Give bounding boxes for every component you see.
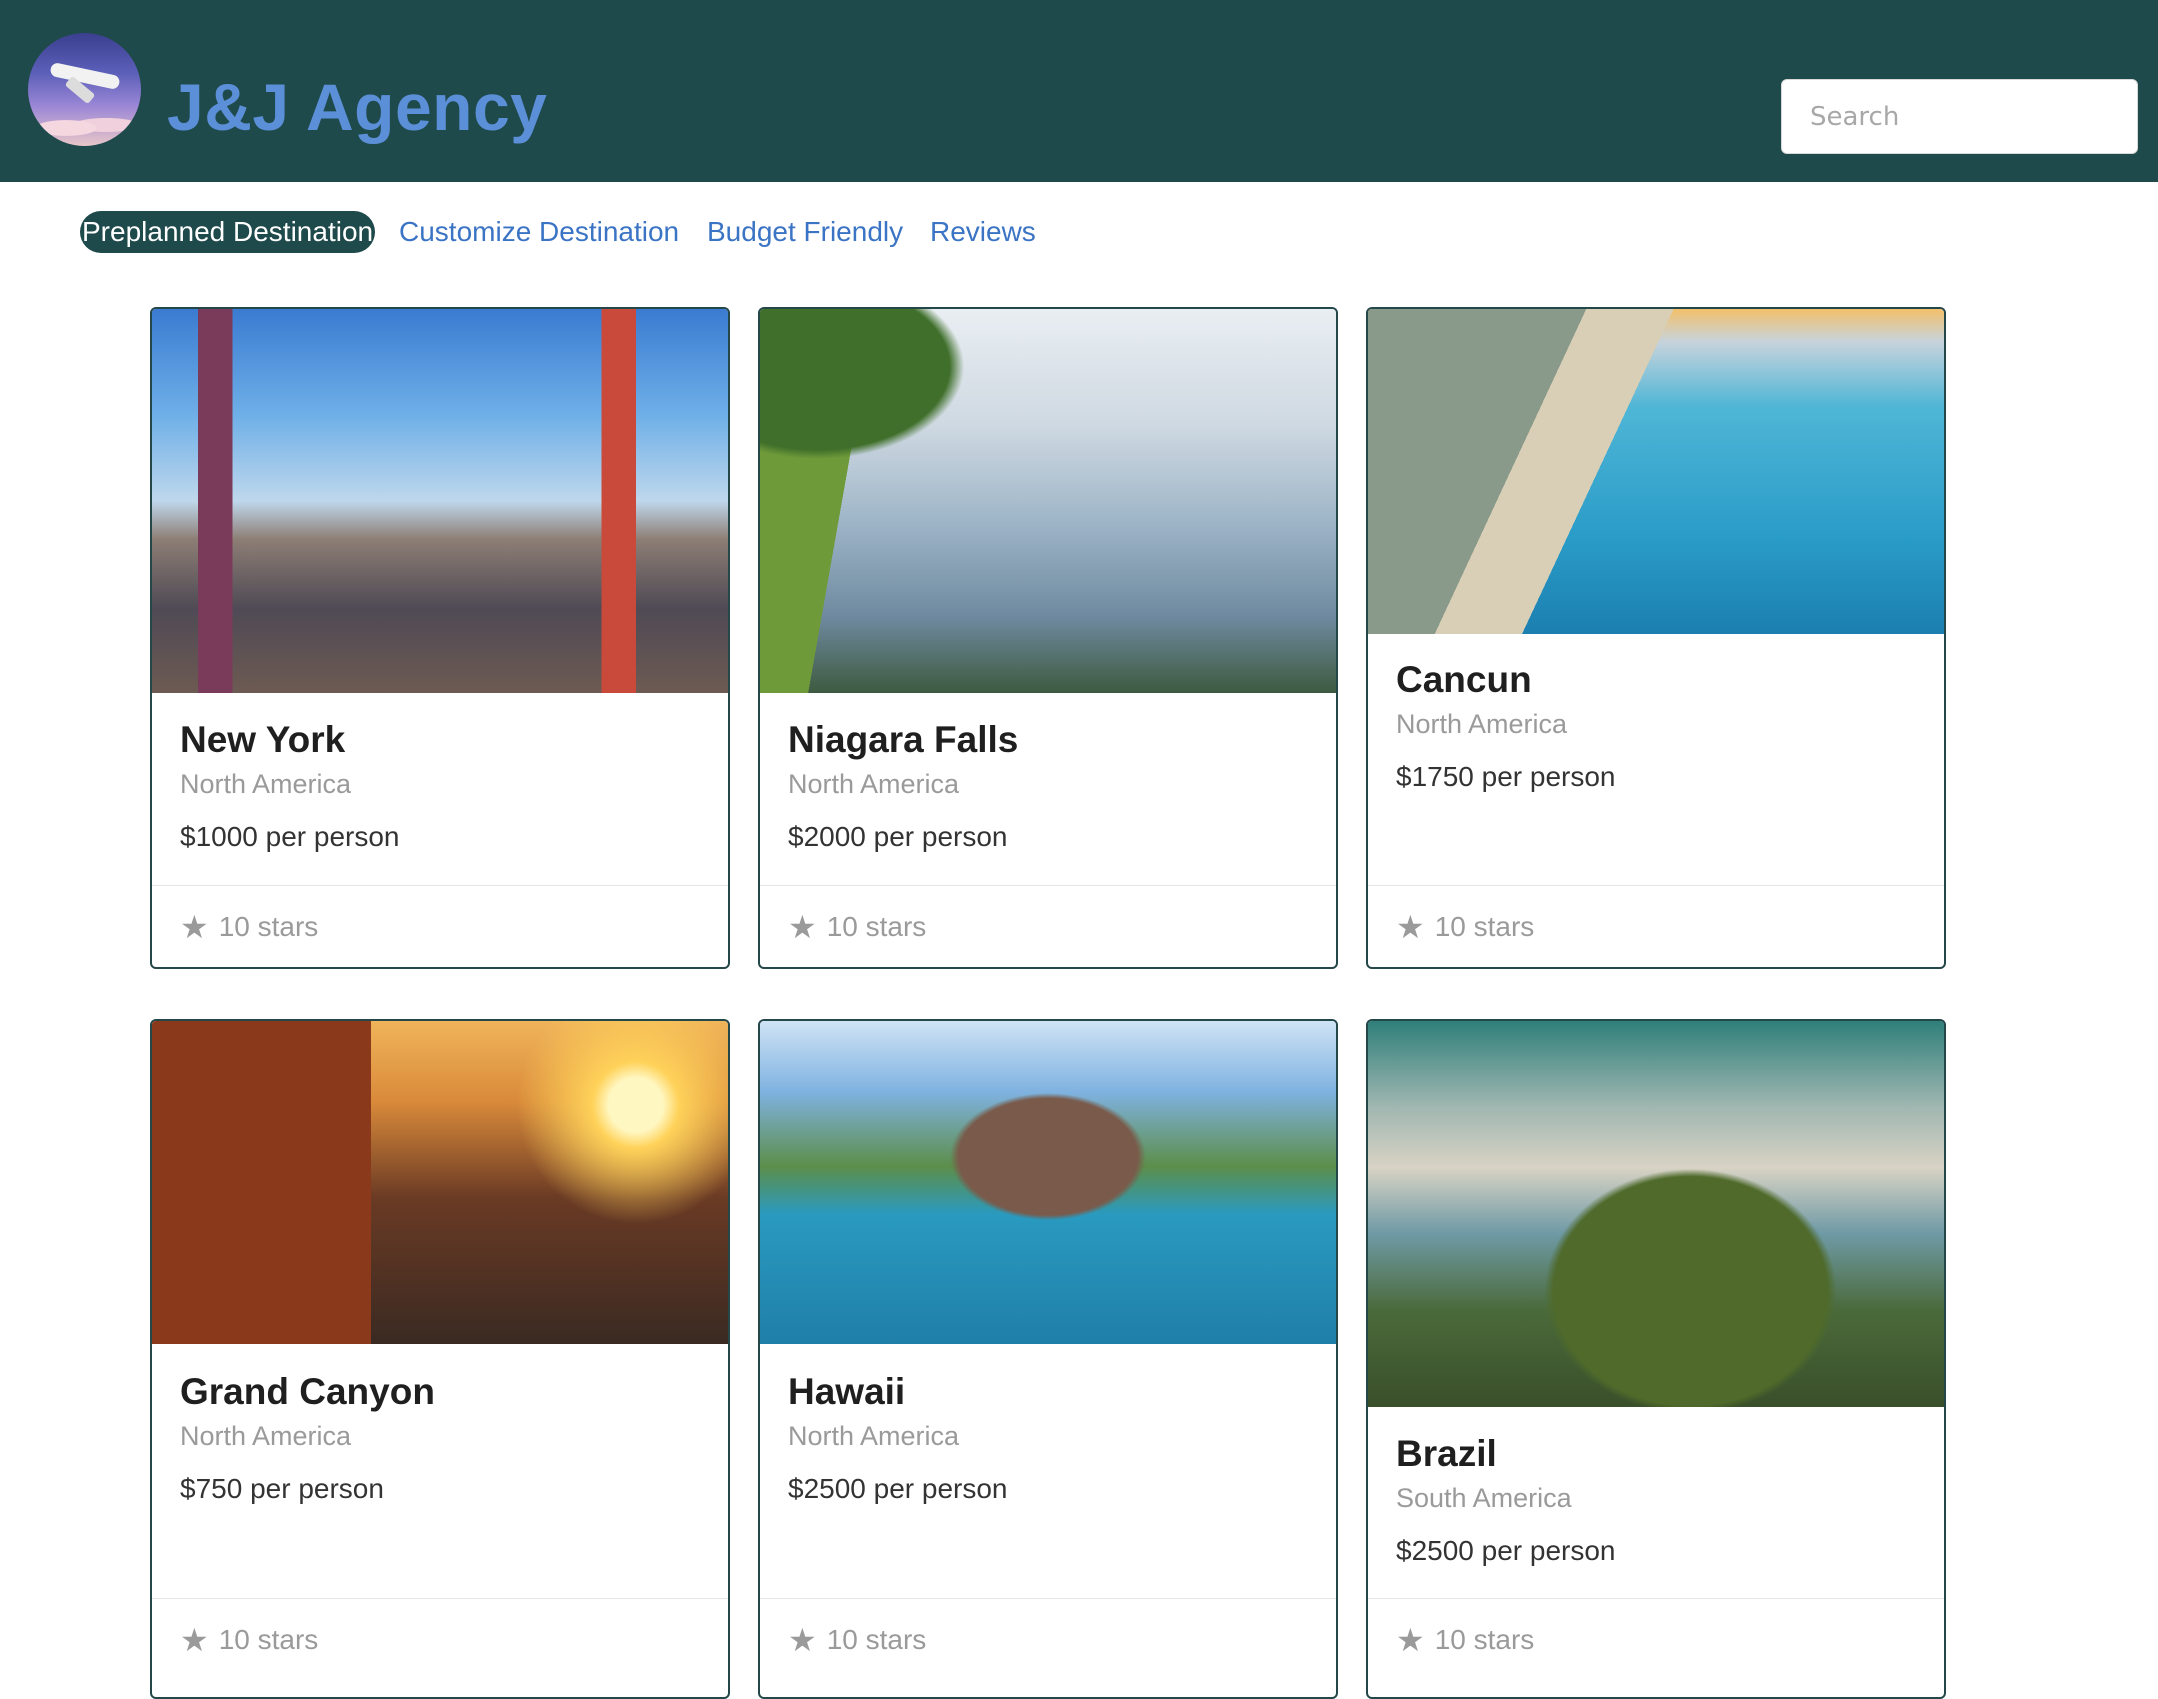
card-price: $2500 per person bbox=[1396, 1535, 1616, 1566]
star-icon: ★ bbox=[1396, 1622, 1425, 1658]
card-divider bbox=[1368, 885, 1944, 886]
card-rating: ★ 10 stars bbox=[1396, 911, 1534, 943]
niagara-falls-photo bbox=[760, 309, 1336, 693]
destination-card[interactable]: Brazil South America $2500 per person ★ … bbox=[1366, 1019, 1946, 1699]
card-title: Grand Canyon bbox=[180, 1371, 435, 1412]
star-icon: ★ bbox=[180, 909, 209, 945]
destination-card[interactable]: Hawaii North America $2500 per person ★ … bbox=[758, 1019, 1338, 1699]
tab-budget-friendly[interactable]: Budget Friendly bbox=[707, 211, 903, 253]
card-divider bbox=[1368, 1598, 1944, 1599]
card-title: Cancun bbox=[1396, 659, 1532, 700]
tab-preplanned-destination[interactable]: Preplanned Destination bbox=[80, 211, 376, 253]
rating-label: 10 stars bbox=[218, 911, 319, 942]
card-divider bbox=[152, 885, 728, 886]
card-title: Hawaii bbox=[788, 1371, 906, 1412]
rating-label: 10 stars bbox=[218, 1624, 319, 1655]
rating-label: 10 stars bbox=[826, 1624, 927, 1655]
brand-title[interactable]: J&J Agency bbox=[167, 74, 547, 140]
rio-de-janeiro-photo bbox=[1368, 1021, 1944, 1407]
card-region: North America bbox=[180, 1421, 352, 1451]
star-icon: ★ bbox=[180, 1622, 209, 1658]
cancun-beach-photo bbox=[1368, 309, 1944, 634]
card-title: New York bbox=[180, 719, 346, 760]
tab-reviews[interactable]: Reviews bbox=[930, 211, 1036, 253]
destination-card[interactable]: New York North America $1000 per person … bbox=[150, 307, 730, 969]
search-input[interactable] bbox=[1781, 79, 2138, 154]
times-square-photo bbox=[152, 309, 728, 693]
card-rating: ★ 10 stars bbox=[788, 911, 926, 943]
card-rating: ★ 10 stars bbox=[1396, 1624, 1534, 1656]
site-header: J&J Agency bbox=[0, 0, 2158, 182]
card-price: $750 per person bbox=[180, 1473, 384, 1504]
card-region: North America bbox=[788, 1421, 960, 1451]
rating-label: 10 stars bbox=[1434, 1624, 1535, 1655]
card-region: North America bbox=[1396, 709, 1568, 739]
destination-card[interactable]: Grand Canyon North America $750 per pers… bbox=[150, 1019, 730, 1699]
card-region: South America bbox=[1396, 1483, 1572, 1513]
airplane-logo-icon[interactable] bbox=[28, 33, 141, 146]
card-price: $1750 per person bbox=[1396, 761, 1616, 792]
star-icon: ★ bbox=[1396, 909, 1425, 945]
card-price: $2500 per person bbox=[788, 1473, 1008, 1504]
card-region: North America bbox=[788, 769, 960, 799]
rating-label: 10 stars bbox=[1434, 911, 1535, 942]
card-rating: ★ 10 stars bbox=[180, 1624, 318, 1656]
card-title: Brazil bbox=[1396, 1433, 1497, 1474]
card-divider bbox=[760, 885, 1336, 886]
card-price: $2000 per person bbox=[788, 821, 1008, 852]
card-rating: ★ 10 stars bbox=[180, 911, 318, 943]
grand-canyon-photo bbox=[152, 1021, 728, 1344]
star-icon: ★ bbox=[788, 1622, 817, 1658]
destination-card[interactable]: Cancun North America $1750 per person ★ … bbox=[1366, 307, 1946, 969]
cloud-decoration bbox=[36, 110, 136, 140]
card-region: North America bbox=[180, 769, 352, 799]
card-divider bbox=[152, 1598, 728, 1599]
card-title: Niagara Falls bbox=[788, 719, 1019, 760]
tab-customize-destination[interactable]: Customize Destination bbox=[399, 211, 679, 253]
star-icon: ★ bbox=[788, 909, 817, 945]
destination-card[interactable]: Niagara Falls North America $2000 per pe… bbox=[758, 307, 1338, 969]
card-rating: ★ 10 stars bbox=[788, 1624, 926, 1656]
card-price: $1000 per person bbox=[180, 821, 400, 852]
hawaii-island-photo bbox=[760, 1021, 1336, 1344]
card-divider bbox=[760, 1598, 1336, 1599]
rating-label: 10 stars bbox=[826, 911, 927, 942]
